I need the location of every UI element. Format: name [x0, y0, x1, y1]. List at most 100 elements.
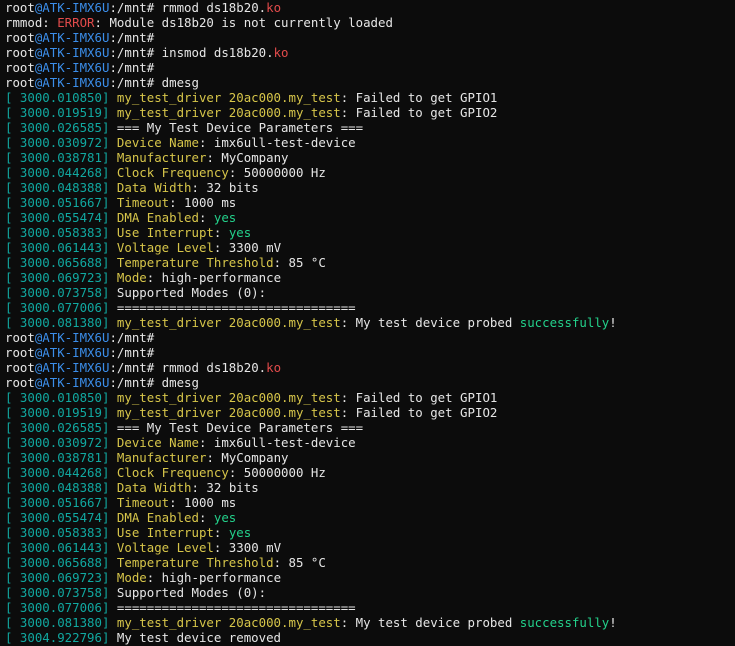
terminal-line: [ 3000.055474] DMA Enabled: yes	[5, 210, 735, 225]
log-timestamp: [ 3000.073758]	[5, 585, 117, 600]
terminal-line: [ 3000.061443] Voltage Level: 3300 mV	[5, 240, 735, 255]
output-text: root	[5, 45, 35, 60]
output-text: : high-performance	[146, 570, 282, 585]
output-text: root	[5, 75, 35, 90]
output-text: :/mnt#	[109, 30, 155, 45]
log-key: Temperature Threshold	[116, 555, 274, 570]
terminal-line: [ 3000.061443] Voltage Level: 3300 mV	[5, 540, 735, 555]
log-timestamp: [ 3000.044268]	[5, 465, 117, 480]
terminal-line: [ 3000.030972] Device Name: imx6ull-test…	[5, 135, 735, 150]
output-text: :/mnt# insmod ds18b20.	[109, 45, 274, 60]
output-text: : Failed to get GPIO2	[340, 405, 498, 420]
output-text: :/mnt# dmesg	[109, 75, 199, 90]
terminal-line: [ 3004.922796] My test device removed	[5, 630, 735, 645]
success-text: successfully	[519, 615, 610, 630]
log-timestamp: [ 3000.081380]	[5, 315, 117, 330]
output-text: : Failed to get GPIO2	[340, 105, 498, 120]
prompt-host: @ATK-IMX6U	[34, 375, 110, 390]
output-text: rmmod:	[5, 15, 58, 30]
log-key: Manufacturer	[116, 150, 207, 165]
log-key: Clock Frequency	[116, 165, 229, 180]
output-text: :	[213, 525, 229, 540]
output-text: :/mnt# rmmod ds18b20.	[109, 0, 267, 15]
output-text: Supported Modes (0):	[116, 585, 267, 600]
success-text: yes	[228, 525, 252, 540]
prompt-host: @ATK-IMX6U	[34, 30, 110, 45]
terminal-line: [ 3000.038781] Manufacturer: MyCompany	[5, 150, 735, 165]
output-text: root	[5, 60, 35, 75]
terminal-line: [ 3000.058383] Use Interrupt: yes	[5, 525, 735, 540]
output-text: Supported Modes (0):	[116, 285, 267, 300]
terminal-line: [ 3000.038781] Manufacturer: MyCompany	[5, 450, 735, 465]
log-key: my_test_driver 20ac000.my_test	[116, 315, 341, 330]
log-key: my_test_driver 20ac000.my_test	[116, 90, 341, 105]
output-text: root	[5, 360, 35, 375]
output-text: :	[213, 225, 229, 240]
terminal-line: [ 3000.058383] Use Interrupt: yes	[5, 225, 735, 240]
output-text: ================================	[116, 600, 356, 615]
log-timestamp: [ 3000.026585]	[5, 420, 117, 435]
output-text: : 3300 mV	[213, 240, 282, 255]
output-text: : MyCompany	[206, 150, 289, 165]
output-text: :	[198, 210, 214, 225]
output-text: : imx6ull-test-device	[198, 135, 356, 150]
terminal-line: [ 3000.019519] my_test_driver 20ac000.my…	[5, 105, 735, 120]
log-timestamp: [ 3000.077006]	[5, 600, 117, 615]
output-text: : My test device probed	[340, 615, 520, 630]
output-text: : imx6ull-test-device	[198, 435, 356, 450]
terminal-line: [ 3000.077006] =========================…	[5, 300, 735, 315]
log-timestamp: [ 3000.061443]	[5, 240, 117, 255]
output-text: root	[5, 30, 35, 45]
log-timestamp: [ 3000.038781]	[5, 150, 117, 165]
prompt-host: @ATK-IMX6U	[34, 360, 110, 375]
terminal-line: [ 3000.010850] my_test_driver 20ac000.my…	[5, 90, 735, 105]
terminal-line: root@ATK-IMX6U:/mnt# insmod ds18b20.ko	[5, 45, 735, 60]
log-timestamp: [ 3000.065688]	[5, 555, 117, 570]
log-timestamp: [ 3004.922796]	[5, 630, 117, 645]
output-text: === My Test Device Parameters ===	[116, 120, 364, 135]
terminal-line: root@ATK-IMX6U:/mnt#	[5, 60, 735, 75]
output-text: root	[5, 345, 35, 360]
prompt-host: @ATK-IMX6U	[34, 330, 110, 345]
output-text: === My Test Device Parameters ===	[116, 420, 364, 435]
log-key: Manufacturer	[116, 450, 207, 465]
output-text: : 85 °C	[273, 255, 326, 270]
output-text: : high-performance	[146, 270, 282, 285]
log-timestamp: [ 3000.019519]	[5, 405, 117, 420]
terminal-line: [ 3000.048388] Data Width: 32 bits	[5, 480, 735, 495]
log-timestamp: [ 3000.010850]	[5, 90, 117, 105]
log-timestamp: [ 3000.038781]	[5, 450, 117, 465]
output-text: : 1000 ms	[169, 495, 237, 510]
output-text: root	[5, 0, 35, 15]
log-key: Temperature Threshold	[116, 255, 274, 270]
log-key: Mode	[116, 570, 147, 585]
success-text: yes	[228, 225, 252, 240]
log-key: Timeout	[116, 495, 170, 510]
log-timestamp: [ 3000.061443]	[5, 540, 117, 555]
terminal-line: rmmod: ERROR: Module ds18b20 is not curr…	[5, 15, 735, 30]
log-timestamp: [ 3000.048388]	[5, 180, 117, 195]
terminal-line: [ 3000.081380] my_test_driver 20ac000.my…	[5, 615, 735, 630]
terminal-line: [ 3000.069723] Mode: high-performance	[5, 270, 735, 285]
log-timestamp: [ 3000.026585]	[5, 120, 117, 135]
terminal-line: [ 3000.065688] Temperature Threshold: 85…	[5, 255, 735, 270]
terminal-window[interactable]: root@ATK-IMX6U:/mnt# rmmod ds18b20.ko rmm…	[0, 0, 735, 646]
log-timestamp: [ 3000.048388]	[5, 480, 117, 495]
terminal-line: [ 3000.081380] my_test_driver 20ac000.my…	[5, 315, 735, 330]
output-text: : Failed to get GPIO1	[340, 90, 498, 105]
terminal-line: [ 3000.073758] Supported Modes (0):	[5, 285, 735, 300]
output-text: : 32 bits	[191, 180, 259, 195]
prompt-host: @ATK-IMX6U	[34, 60, 110, 75]
output-text: :/mnt#	[109, 60, 155, 75]
log-timestamp: [ 3000.010850]	[5, 390, 117, 405]
log-timestamp: [ 3000.077006]	[5, 300, 117, 315]
log-timestamp: [ 3000.065688]	[5, 255, 117, 270]
terminal-line: [ 3000.051667] Timeout: 1000 ms	[5, 495, 735, 510]
log-key: Voltage Level	[116, 540, 214, 555]
output-text: !	[609, 315, 617, 330]
log-timestamp: [ 3000.069723]	[5, 570, 117, 585]
output-text: :/mnt# rmmod ds18b20.	[109, 360, 267, 375]
terminal-line: [ 3000.055474] DMA Enabled: yes	[5, 510, 735, 525]
output-text: !	[609, 615, 617, 630]
log-timestamp: [ 3000.030972]	[5, 135, 117, 150]
